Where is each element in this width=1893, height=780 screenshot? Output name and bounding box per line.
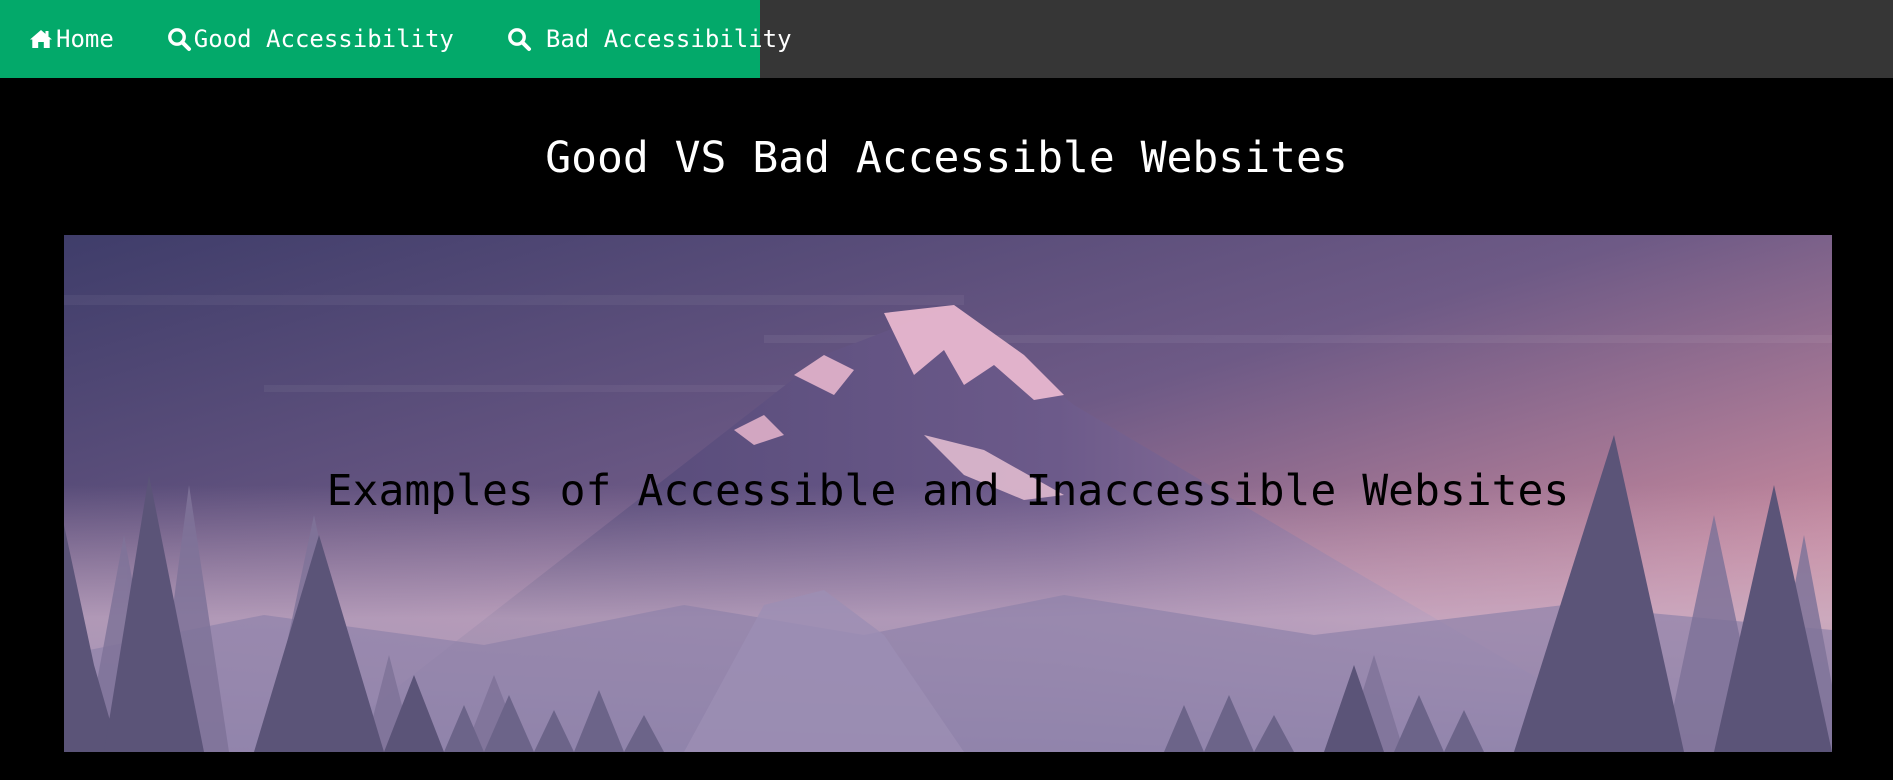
- nav-home-label: Home: [56, 25, 114, 53]
- nav-good-accessibility-link[interactable]: Good Accessibility: [166, 0, 454, 78]
- nav-bad-accessibility-label: Bad Accessibility: [545, 25, 792, 53]
- nav-good-accessibility-label: Good Accessibility: [193, 25, 454, 53]
- home-icon: [28, 26, 54, 52]
- hero-caption: Examples of Accessible and Inaccessible …: [326, 466, 1570, 516]
- top-navigation-bar: Home Good Accessibility Bad Accessibilit…: [0, 0, 1893, 78]
- nav-bad-accessibility-link[interactable]: Bad Accessibility: [506, 0, 792, 78]
- primary-nav: Home Good Accessibility Bad Accessibilit…: [0, 0, 792, 78]
- nav-home-link[interactable]: Home: [28, 0, 114, 78]
- page-title: Good VS Bad Accessible Websites: [545, 133, 1348, 183]
- search-icon: [166, 26, 192, 52]
- hero-banner: Examples of Accessible and Inaccessible …: [64, 235, 1832, 752]
- search-icon: [506, 26, 532, 52]
